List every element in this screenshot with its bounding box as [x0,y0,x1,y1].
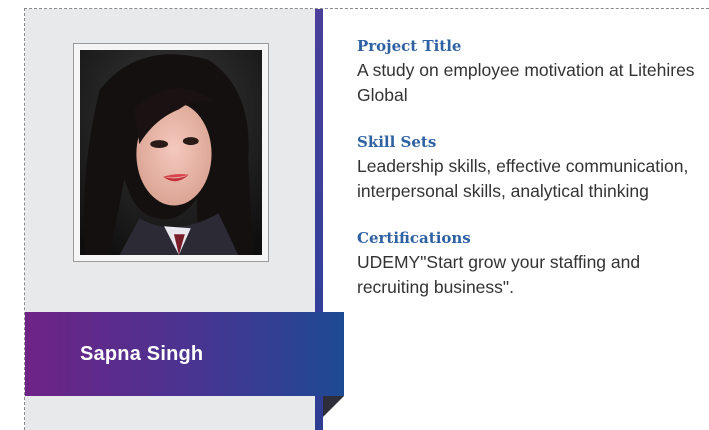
section-text: UDEMY"Start grow your staffing and recru… [357,252,641,297]
section-heading: Skill Sets [357,133,437,151]
section-text: A study on employee motivation at Litehi… [357,60,695,105]
profile-photo-frame [73,43,269,262]
section-skill-sets: Skill Sets Leadership skills, effective … [357,132,707,204]
profile-photo [80,50,262,255]
section-text: Leadership skills, effective communicati… [357,156,689,201]
name-banner: Sapna Singh [25,312,344,396]
section-heading: Project Title [357,37,462,55]
section-heading: Certifications [357,229,471,247]
details-column: Project Title A study on employee motiva… [357,36,707,324]
section-project-title: Project Title A study on employee motiva… [357,36,707,108]
banner-fold [323,396,344,417]
section-certifications: Certifications UDEMY"Start grow your sta… [357,228,707,300]
profile-name: Sapna Singh [80,342,204,365]
